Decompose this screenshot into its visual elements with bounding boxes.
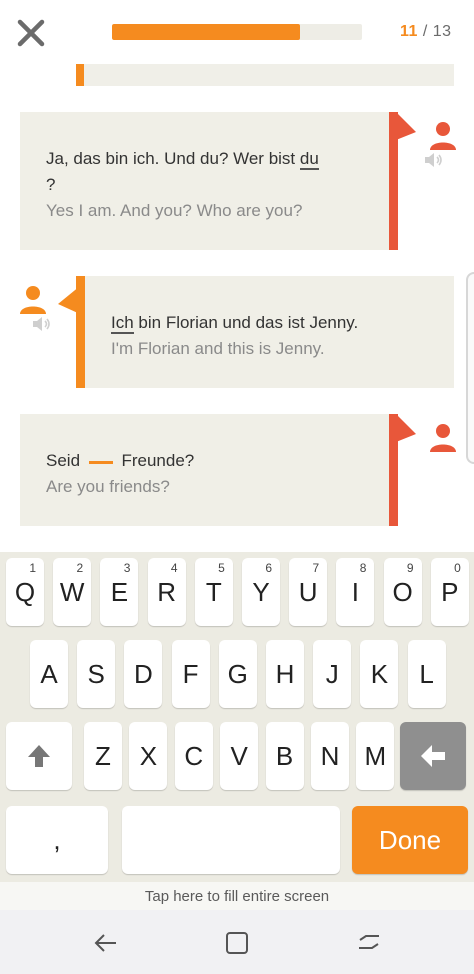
key-number-hint: 2	[76, 561, 84, 575]
tappable-word-du[interactable]: du	[299, 149, 319, 170]
key-number-hint: 5	[218, 561, 225, 575]
key-j[interactable]: J	[313, 640, 352, 708]
key-label: E	[110, 576, 129, 607]
shift-arrow-icon	[28, 745, 50, 767]
key-number-hint: 0	[454, 561, 461, 575]
key-number-hint: 6	[265, 561, 272, 575]
key-x[interactable]: X	[129, 722, 168, 790]
nav-home-icon[interactable]	[222, 928, 252, 958]
key-label: Q	[14, 576, 36, 607]
nav-recents-icon[interactable]	[354, 928, 384, 958]
key-g[interactable]: G	[218, 640, 257, 708]
close-icon	[17, 19, 45, 47]
progress-fill	[112, 24, 300, 40]
key-n[interactable]: N	[311, 722, 349, 790]
key-c[interactable]: C	[174, 722, 213, 790]
key-z[interactable]: Z	[84, 722, 122, 790]
key-label: I	[351, 576, 359, 607]
key-e[interactable]: E3	[100, 558, 139, 626]
key-number-hint: 1	[29, 561, 36, 575]
key-y[interactable]: Y6	[242, 558, 280, 626]
comma-key[interactable]: ,	[6, 806, 108, 874]
key-f[interactable]: F	[171, 640, 210, 708]
key-i[interactable]: I8	[336, 558, 375, 626]
german-text: Ja, das bin ich. Und du? Wer bist du ?	[46, 149, 319, 194]
progress-bar	[112, 24, 362, 40]
key-label: W	[59, 576, 85, 607]
english-translation: I'm Florian and this is Jenny.	[111, 339, 325, 358]
key-h[interactable]: H	[266, 640, 304, 708]
edge-panel-handle[interactable]	[466, 272, 474, 464]
dialogue-bubble-2: Ich bin Florian und das ist Jenny. I'm F…	[76, 276, 454, 388]
german-text: Seid Freunde?	[46, 451, 195, 470]
key-number-hint: 8	[359, 561, 367, 575]
key-label: U	[298, 576, 318, 607]
progress-current: 11	[400, 23, 418, 40]
key-r[interactable]: R4	[147, 558, 186, 626]
key-l[interactable]: L	[407, 640, 446, 708]
key-label: R	[157, 576, 176, 607]
dialogue-bubble-1: Ja, das bin ich. Und du? Wer bist du ? Y…	[20, 112, 398, 250]
bubble-tail	[58, 286, 80, 314]
nav-back-icon[interactable]	[90, 928, 120, 958]
speaker-icon[interactable]	[424, 152, 444, 168]
key-number-hint: 7	[312, 561, 320, 575]
key-number-hint: 4	[170, 561, 178, 575]
key-t[interactable]: T5	[194, 558, 233, 626]
key-a[interactable]: A	[30, 640, 68, 708]
person-icon	[430, 424, 456, 452]
space-key[interactable]	[122, 806, 340, 874]
key-w[interactable]: W2	[53, 558, 92, 626]
key-q[interactable]: Q1	[6, 558, 44, 626]
progress-total: 13	[432, 23, 452, 40]
key-b[interactable]: B	[265, 722, 304, 790]
bubble-tail	[396, 414, 416, 442]
backspace-key[interactable]	[400, 722, 466, 790]
key-label: Y	[252, 576, 270, 607]
speaker-icon[interactable]	[32, 316, 52, 332]
bubble-tail	[396, 112, 416, 140]
key-u[interactable]: U7	[289, 558, 328, 626]
shift-key[interactable]	[6, 722, 72, 790]
on-screen-keyboard: Q 1 W 2 E 3 R 4 T 5 Y 6 U 7 I 8 O 9 P 0 A S D F G H J K L Z X C V B N M, Don…	[0, 552, 474, 882]
person-icon	[20, 286, 46, 314]
key-v[interactable]: V	[220, 722, 259, 790]
done-button[interactable]: Done	[352, 806, 468, 874]
tappable-word-ich[interactable]: Ich	[111, 313, 134, 334]
english-translation: Are you friends?	[46, 477, 170, 496]
key-label: O	[392, 576, 413, 607]
key-k[interactable]: K	[360, 640, 399, 708]
key-m[interactable]: M	[356, 722, 395, 790]
english-translation: Yes I am. And you? Who are you?	[46, 201, 303, 220]
fill-screen-hint[interactable]: Tap here to fill entire screen	[0, 882, 474, 910]
key-label: T	[205, 576, 222, 607]
key-label: P	[441, 576, 459, 607]
key-s[interactable]: S	[77, 640, 116, 708]
key-p[interactable]: P0	[430, 558, 469, 626]
german-text: Ich bin Florian und das ist Jenny.	[111, 313, 359, 334]
app-screen: 11 / 13 Ja, das bin ich. Und du? Wer bis…	[0, 0, 474, 974]
system-nav-bar	[0, 910, 474, 974]
dialogue-bubble-3: Seid Freunde? Are you friends?	[20, 414, 398, 526]
previous-message-strip	[76, 64, 454, 86]
key-o[interactable]: O9	[383, 558, 422, 626]
progress-separator: /	[422, 23, 428, 40]
progress-counter: 11 / 13	[400, 23, 452, 41]
key-number-hint: 9	[406, 561, 414, 575]
key-d[interactable]: D	[124, 640, 163, 708]
close-button[interactable]	[14, 16, 48, 50]
person-icon	[430, 122, 456, 150]
answer-blank[interactable]	[88, 461, 113, 464]
backspace-arrow-icon	[421, 745, 445, 767]
key-number-hint: 3	[123, 561, 131, 575]
